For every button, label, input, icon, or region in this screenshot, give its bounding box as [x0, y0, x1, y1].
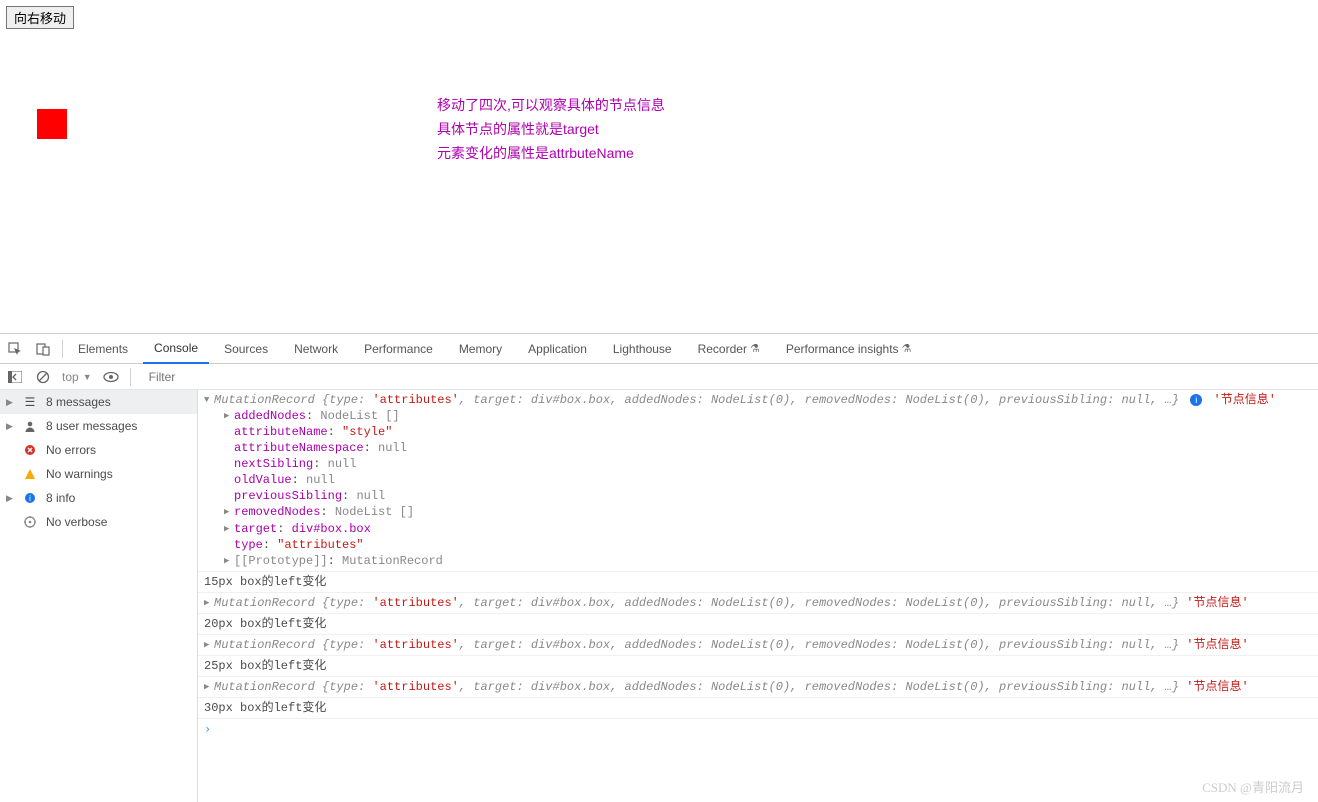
sidebar-item-errors[interactable]: ▶ No errors: [0, 438, 197, 462]
chevron-down-icon: ▼: [83, 372, 92, 382]
devtools-tab-bar: Elements Console Sources Network Perform…: [0, 334, 1318, 364]
annotation-line: 移动了四次,可以观察具体的节点信息: [437, 93, 665, 117]
sidebar-item-messages[interactable]: ▶ ☰ 8 messages: [0, 390, 197, 414]
log-30px[interactable]: 30px box的left变化: [198, 698, 1318, 719]
console-toolbar: top ▼: [0, 364, 1318, 390]
inspect-element-icon[interactable]: [6, 340, 24, 358]
flask-icon: ⚗: [902, 342, 912, 355]
move-right-button[interactable]: 向右移动: [6, 6, 74, 29]
chevron-right-icon[interactable]: ▶: [204, 679, 214, 695]
tab-elements[interactable]: Elements: [67, 334, 139, 364]
mutation-record-collapsed[interactable]: ▶MutationRecord {type: 'attributes', tar…: [198, 593, 1318, 614]
tab-application[interactable]: Application: [517, 334, 598, 364]
sidebar-item-label: 8 messages: [46, 395, 111, 409]
mutation-record-collapsed[interactable]: ▶MutationRecord {type: 'attributes', tar…: [198, 677, 1318, 698]
flask-icon: ⚗: [750, 342, 760, 355]
sidebar-item-info[interactable]: ▶ i 8 info: [0, 486, 197, 510]
info-badge-icon[interactable]: i: [1190, 394, 1202, 406]
mutation-record-collapsed[interactable]: ▶MutationRecord {type: 'attributes', tar…: [198, 635, 1318, 656]
sidebar-item-warnings[interactable]: ▶ No warnings: [0, 462, 197, 486]
sidebar-item-label: No verbose: [46, 515, 107, 529]
sidebar-item-label: 8 user messages: [46, 419, 137, 433]
tab-performance[interactable]: Performance: [353, 334, 444, 364]
log-20px[interactable]: 20px box的left变化: [198, 614, 1318, 635]
sidebar-item-label: 8 info: [46, 491, 75, 505]
list-icon: ☰: [22, 395, 38, 409]
devtools-panel: Elements Console Sources Network Perform…: [0, 333, 1318, 802]
chevron-right-icon: ▶: [6, 421, 14, 432]
sidebar-item-user-messages[interactable]: ▶ 8 user messages: [0, 414, 197, 438]
error-icon: [22, 444, 38, 456]
warning-icon: [22, 468, 38, 480]
chevron-right-icon[interactable]: ▶: [224, 521, 234, 537]
chevron-right-icon: ▶: [6, 493, 14, 504]
sidebar-item-verbose[interactable]: ▶ No verbose: [0, 510, 197, 534]
red-box: [37, 109, 67, 139]
chevron-down-icon[interactable]: ▼: [204, 392, 214, 408]
user-icon: [22, 420, 38, 432]
console-output[interactable]: ▼MutationRecord {type: 'attributes', tar…: [198, 390, 1318, 802]
chevron-right-icon: ▶: [6, 397, 14, 408]
separator: [130, 368, 131, 386]
page-viewport: 向右移动 移动了四次,可以观察具体的节点信息 具体节点的属性就是target 元…: [0, 0, 1318, 333]
chevron-right-icon[interactable]: ▶: [204, 637, 214, 653]
chevron-right-icon[interactable]: ▶: [224, 553, 234, 569]
info-icon: i: [22, 492, 38, 504]
tab-recorder[interactable]: Recorder ⚗: [687, 334, 771, 364]
tab-sources[interactable]: Sources: [213, 334, 279, 364]
live-expression-icon[interactable]: [102, 368, 120, 386]
annotation-line: 具体节点的属性就是target: [437, 117, 665, 141]
chevron-right-icon[interactable]: ▶: [224, 408, 234, 424]
chevron-right-icon[interactable]: ▶: [224, 504, 234, 520]
annotation-line: 元素变化的属性是attrbuteName: [437, 141, 665, 165]
device-toolbar-icon[interactable]: [34, 340, 52, 358]
sidebar-item-label: No errors: [46, 443, 96, 457]
log-15px[interactable]: 15px box的left变化: [198, 572, 1318, 593]
tab-network[interactable]: Network: [283, 334, 349, 364]
mutation-record-expanded[interactable]: ▼MutationRecord {type: 'attributes', tar…: [198, 390, 1318, 572]
context-label: top: [62, 370, 79, 384]
svg-text:i: i: [29, 494, 31, 503]
message-sidebar: ▶ ☰ 8 messages ▶ 8 user messages ▶ No er…: [0, 390, 198, 802]
sidebar-toggle-icon[interactable]: [6, 368, 24, 386]
clear-console-icon[interactable]: [34, 368, 52, 386]
context-selector[interactable]: top ▼: [62, 370, 92, 384]
tab-memory[interactable]: Memory: [448, 334, 513, 364]
log-25px[interactable]: 25px box的left变化: [198, 656, 1318, 677]
sidebar-item-label: No warnings: [46, 467, 113, 481]
tab-performance-insights[interactable]: Performance insights ⚗: [775, 334, 923, 364]
watermark: CSDN @青阳流月: [1202, 777, 1304, 796]
console-prompt[interactable]: ›: [198, 719, 1318, 739]
tab-lighthouse[interactable]: Lighthouse: [602, 334, 683, 364]
filter-input[interactable]: [141, 370, 1312, 384]
chevron-right-icon[interactable]: ▶: [204, 595, 214, 611]
tab-console[interactable]: Console: [143, 334, 209, 364]
annotation-text: 移动了四次,可以观察具体的节点信息 具体节点的属性就是target 元素变化的属…: [437, 93, 665, 165]
verbose-icon: [22, 516, 38, 528]
separator: [62, 340, 63, 358]
